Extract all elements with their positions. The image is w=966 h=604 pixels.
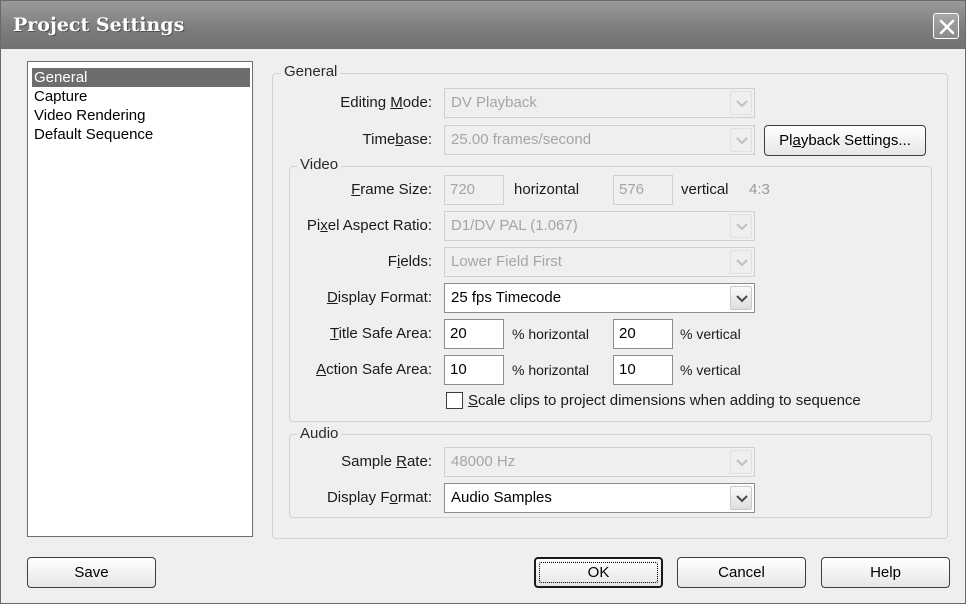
title-safe-vertical-field[interactable]: 20 <box>613 319 673 349</box>
chevron-down-icon <box>736 495 748 503</box>
category-item-default-sequence[interactable]: Default Sequence <box>32 125 250 144</box>
audio-display-format-value: Audio Samples <box>451 489 552 506</box>
timebase-label: Timebase: <box>362 131 432 148</box>
pixel-aspect-ratio-dropdown[interactable]: D1/DV PAL (1.067) <box>444 211 755 241</box>
fields-value: Lower Field First <box>451 253 562 270</box>
action-safe-vertical-field[interactable]: 10 <box>613 355 673 385</box>
frame-size-vertical-label: vertical <box>681 181 729 198</box>
scale-clips-label[interactable]: Scale clips to project dimensions when a… <box>468 392 861 409</box>
fields-label: Fields: <box>387 253 432 270</box>
frame-size-horizontal-label: horizontal <box>514 181 580 198</box>
title-bar[interactable]: Project Settings <box>1 1 965 49</box>
close-icon <box>939 19 955 35</box>
action-safe-vertical-label: % vertical <box>680 362 741 378</box>
category-item-video-rendering[interactable]: Video Rendering <box>32 106 250 125</box>
category-item-general[interactable]: General <box>32 68 250 87</box>
audio-display-format-label: Display Format: <box>326 489 432 506</box>
category-item-capture[interactable]: Capture <box>32 87 250 106</box>
sample-rate-dropdown[interactable]: 48000 Hz <box>444 447 755 477</box>
pixel-aspect-ratio-label: Pixel Aspect Ratio: <box>306 217 432 234</box>
editing-mode-value: DV Playback <box>451 94 537 111</box>
general-group-title: General <box>281 63 341 80</box>
audio-group-title: Audio <box>297 425 342 442</box>
title-safe-horizontal-label: % horizontal <box>512 326 590 342</box>
chevron-down-icon <box>736 259 748 267</box>
title-safe-area-label: Title Safe Area: <box>329 325 432 342</box>
audio-display-format-dropdown[interactable]: Audio Samples <box>444 483 755 513</box>
action-safe-horizontal-label: % horizontal <box>512 362 590 378</box>
close-button[interactable] <box>933 13 959 39</box>
cancel-button[interactable]: Cancel <box>677 557 806 588</box>
frame-aspect-label: 4:3 <box>749 181 770 198</box>
sample-rate-value: 48000 Hz <box>451 453 516 470</box>
pixel-aspect-ratio-value: D1/DV PAL (1.067) <box>451 217 578 234</box>
action-safe-area-label: Action Safe Area: <box>316 361 432 378</box>
category-list[interactable]: General Capture Video Rendering Default … <box>27 61 253 537</box>
title-safe-vertical-label: % vertical <box>680 326 741 342</box>
frame-size-label: Frame Size: <box>351 181 432 198</box>
sample-rate-label: Sample Rate: <box>341 453 432 470</box>
save-button[interactable]: Save <box>27 557 156 588</box>
timebase-dropdown[interactable]: 25.00 frames/second <box>444 125 755 155</box>
video-group-title: Video <box>297 156 342 173</box>
help-button[interactable]: Help <box>821 557 950 588</box>
frame-size-vertical-field[interactable]: 576 <box>613 175 673 205</box>
project-settings-dialog: Project Settings General Capture Video R… <box>0 0 966 604</box>
video-display-format-dropdown[interactable]: 25 fps Timecode <box>444 283 755 313</box>
playback-settings-button[interactable]: Playback Settings... <box>764 125 926 156</box>
chevron-down-icon <box>736 100 748 108</box>
title-safe-horizontal-field[interactable]: 20 <box>444 319 504 349</box>
ok-button[interactable]: OK <box>534 557 663 588</box>
window-title: Project Settings <box>13 14 185 36</box>
editing-mode-label: Editing Mode: <box>340 94 432 111</box>
chevron-down-icon <box>736 137 748 145</box>
scale-clips-checkbox[interactable] <box>446 392 463 409</box>
chevron-down-icon <box>736 223 748 231</box>
editing-mode-dropdown[interactable]: DV Playback <box>444 88 755 118</box>
action-safe-horizontal-field[interactable]: 10 <box>444 355 504 385</box>
chevron-down-icon <box>736 459 748 467</box>
video-display-format-label: Display Format: <box>326 289 432 306</box>
frame-size-horizontal-field[interactable]: 720 <box>444 175 504 205</box>
video-display-format-value: 25 fps Timecode <box>451 289 562 306</box>
timebase-value: 25.00 frames/second <box>451 131 592 148</box>
fields-dropdown[interactable]: Lower Field First <box>444 247 755 277</box>
chevron-down-icon <box>736 295 748 303</box>
